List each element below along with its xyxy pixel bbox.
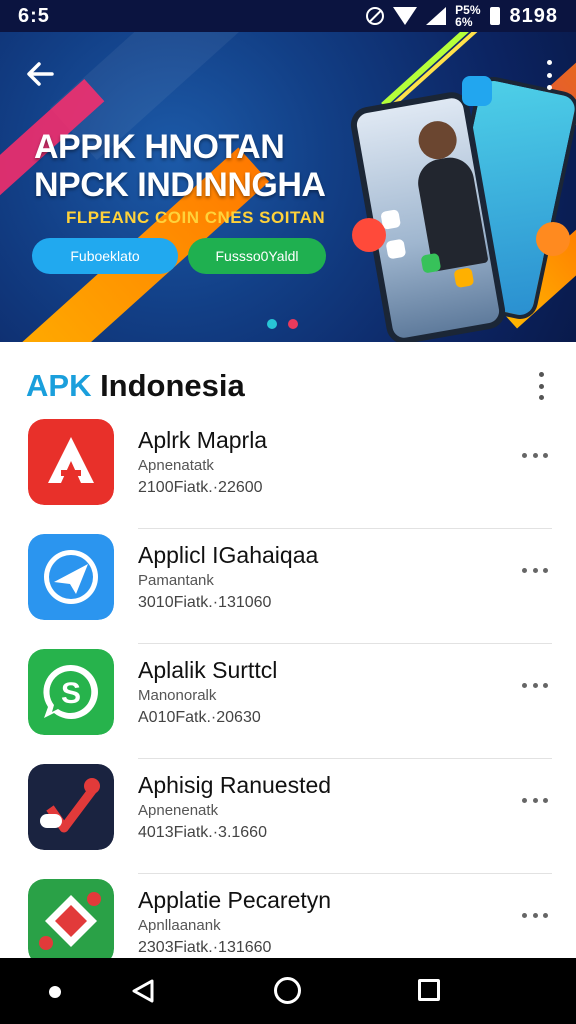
system-nav-bar [0,958,576,1024]
mini-app-icon [385,238,407,260]
banner-title: APPIK HNOTAN NPCK INDINNGHA [34,128,326,204]
status-clock: 8198 [509,4,558,27]
section-overflow-menu-icon[interactable] [536,372,546,400]
mini-app-icon [420,252,442,274]
battery-icon [489,7,500,25]
svg-text:S: S [61,677,81,710]
signal-icon [426,7,447,25]
battery-percent: P5% 6% [455,4,480,28]
section-title-accent: APK [26,368,92,403]
chat-bubble-s-icon[interactable]: S [28,649,114,735]
list-item[interactable]: Aplrk Maprla Apnenatatk 2100Fiatk.·22600 [0,414,576,529]
red-diamond-logo-icon[interactable] [28,879,114,958]
app-name: Aphisig Ranuested [138,772,332,798]
wifi-icon [393,7,418,25]
paper-plane-icon[interactable] [28,534,114,620]
mini-app-icon [453,267,475,289]
checkmark-logo-icon[interactable] [28,764,114,850]
more-options-icon[interactable] [522,680,548,690]
app-name: Aplalik Surttcl [138,657,278,683]
person-head-illustration [415,118,460,163]
app-developer: Apnllaanank [138,917,221,934]
app-meta: 4013Fiatk.·3.1660 [138,824,267,841]
list-item[interactable]: Applatie Pecaretyn Apnllaanank 2303Fiatk… [0,874,576,958]
recent-square-icon[interactable] [418,979,440,1001]
app-meta: A010Fatk.·20630 [138,709,261,726]
app-developer: Apnenatatk [138,457,214,474]
section-title-rest: Indonesia [91,368,245,403]
list-item[interactable]: S Aplalik Surttcl Manonoralk A010Fatk.·2… [0,644,576,759]
app-meta: 2100Fiatk.·22600 [138,479,263,496]
back-arrow-icon[interactable] [22,56,58,92]
app-name: Aplrk Maprla [138,427,268,453]
floating-app-icon [352,218,386,252]
status-right: P5% 6% 8198 [366,4,558,28]
section-title: APK Indonesia [26,368,245,404]
home-circle-icon[interactable] [274,977,301,1004]
more-options-icon[interactable] [522,910,548,920]
hero-banner[interactable]: APPIK HNOTAN NPCK INDINNGHA FLPEANC COIN… [0,32,576,342]
status-icons: P5% 6% [366,4,500,28]
back-triangle-icon[interactable] [130,978,156,1004]
floating-app-icon [536,222,570,256]
status-time: 6:5 [18,4,50,27]
banner-primary-button[interactable]: Fuboeklato [32,238,178,274]
more-options-icon[interactable] [522,565,548,575]
nav-dot-icon[interactable] [49,986,61,998]
app-name: Applicl IGahaiqaa [138,542,319,568]
battery-percent-bottom: 6% [455,15,473,29]
floating-app-icon [462,76,492,106]
status-bar: 6:5 P5% 6% 8198 [0,0,576,32]
app-list: Aplrk Maprla Apnenatatk 2100Fiatk.·22600… [0,414,576,958]
list-item[interactable]: Applicl IGahaiqaa Pamantank 3010Fiatk.·1… [0,529,576,644]
banner-secondary-button[interactable]: Fussso0Yaldl [188,238,326,274]
app-developer: Manonoralk [138,687,217,704]
app-list-section: APK Indonesia Aplrk Maprla Apnenatatk 21… [0,342,576,958]
list-item[interactable]: Aphisig Ranuested Apnenenatk 4013Fiatk.·… [0,759,576,874]
app-name: Applatie Pecaretyn [138,887,332,913]
banner-subtitle: FLPEANC COIN CNES SOITAN [66,208,326,227]
banner-overflow-menu-icon[interactable] [544,60,554,90]
red-a-logo-icon[interactable] [28,419,114,505]
banner-title-line1: APPIK HNOTAN [34,128,285,166]
app-meta: 2303Fiatk.·131660 [138,939,272,956]
app-developer: Pamantank [138,572,214,589]
dnd-icon [366,7,385,25]
carousel-dot[interactable] [288,319,298,329]
banner-title-line2: NPCK INDINNGHA [34,166,326,204]
app-developer: Apnenenatk [138,802,219,819]
more-options-icon[interactable] [522,450,548,460]
app-meta: 3010Fiatk.·131060 [138,594,272,611]
carousel-dot-active[interactable] [267,319,277,329]
more-options-icon[interactable] [522,795,548,805]
